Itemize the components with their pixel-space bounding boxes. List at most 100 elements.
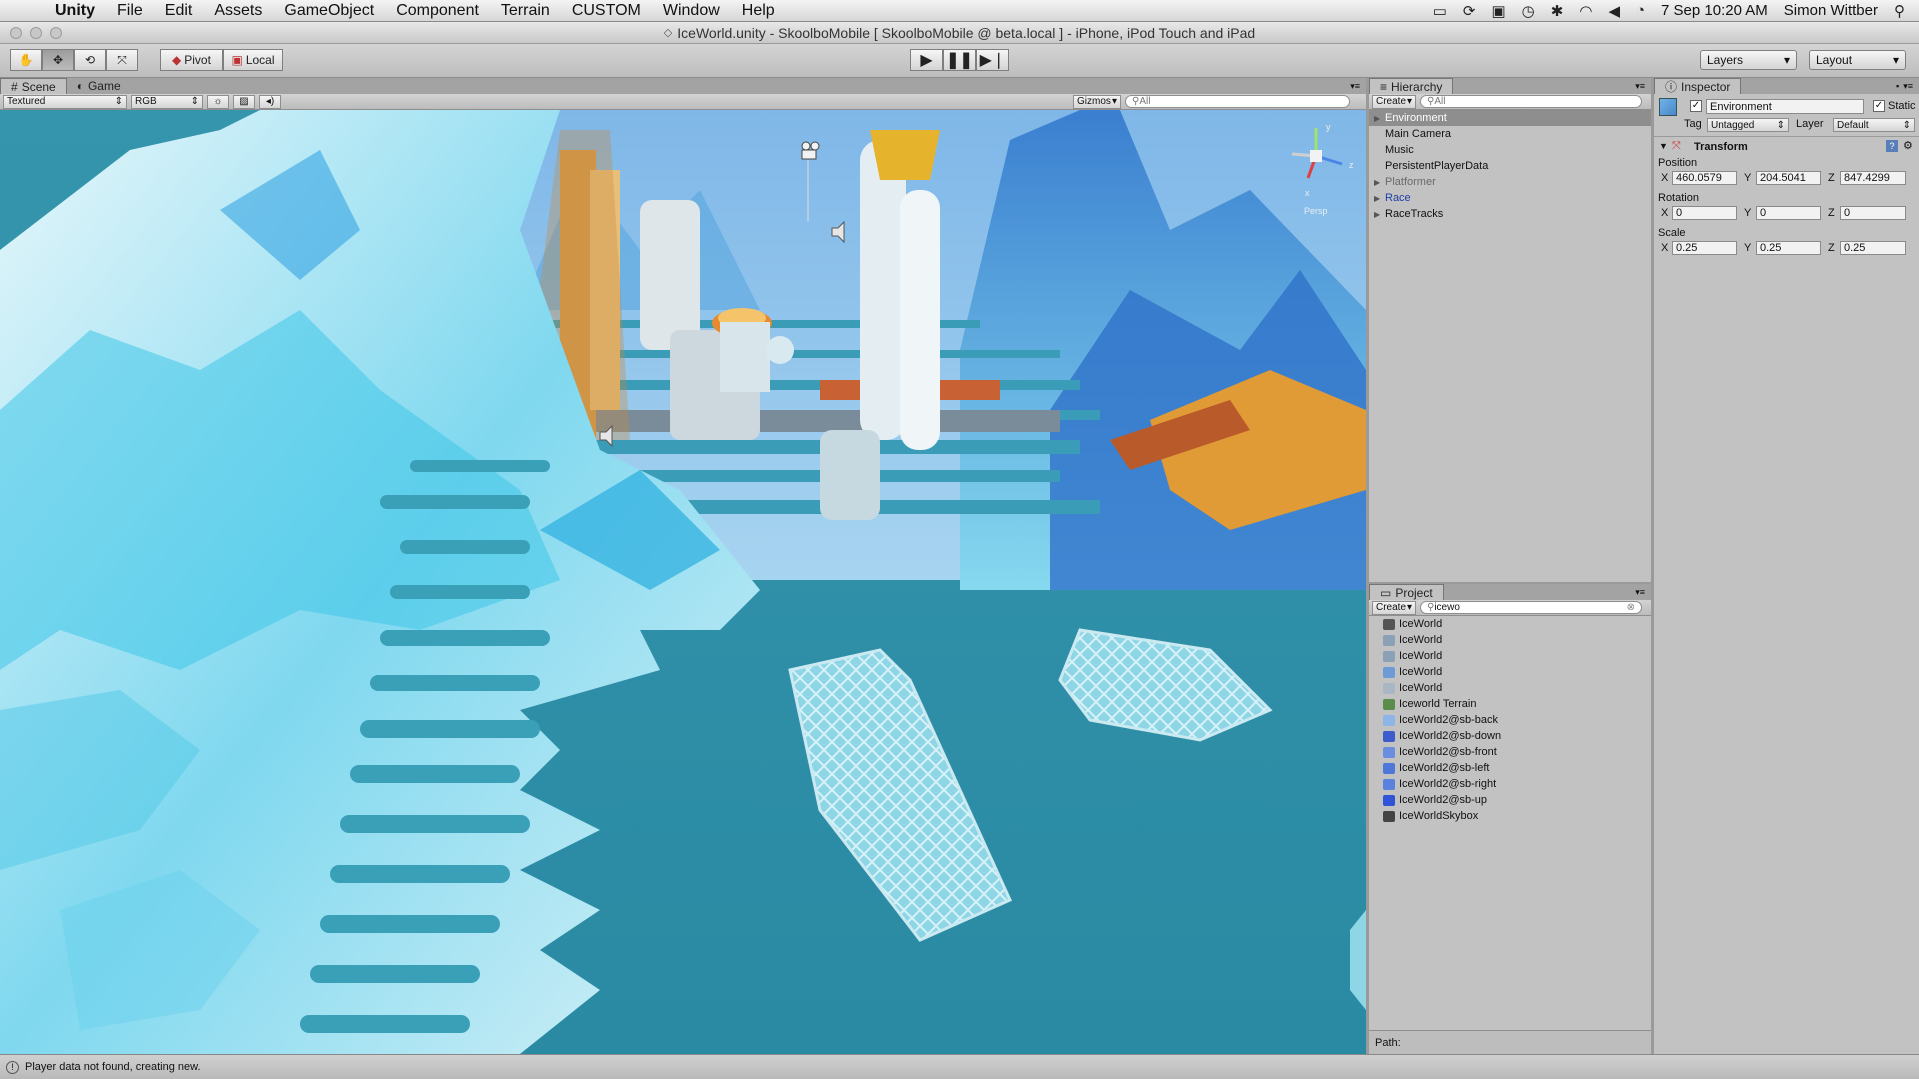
scale-z-field[interactable]: 0.25 (1840, 241, 1906, 255)
project-item[interactable]: IceWorld (1369, 616, 1651, 632)
object-name-field[interactable]: Environment (1706, 99, 1864, 114)
rotation-z-field[interactable]: 0 (1840, 206, 1906, 220)
position-x-field[interactable]: 460.0579 (1672, 171, 1737, 185)
minimize-window-button[interactable] (30, 27, 42, 39)
close-window-button[interactable] (10, 27, 22, 39)
static-checkbox[interactable]: ✓ (1873, 100, 1885, 112)
hierarchy-item[interactable]: ▶ RaceTracks (1369, 206, 1651, 222)
menu-edit[interactable]: Edit (154, 2, 204, 20)
menu-assets[interactable]: Assets (203, 2, 273, 20)
hierarchy-item[interactable]: Music (1369, 142, 1651, 158)
project-create-dropdown[interactable]: Create ▾ (1372, 600, 1416, 615)
scene-viewport[interactable]: y z x Persp (0, 110, 1366, 1054)
layout-dropdown[interactable]: Layout ▾ (1809, 50, 1906, 70)
hierarchy-item[interactable]: ▶ Platformer (1369, 174, 1651, 190)
project-item[interactable]: IceWorld (1369, 632, 1651, 648)
play-button[interactable]: ▶ (910, 49, 943, 71)
project-item[interactable]: IceWorld2@sb-front (1369, 744, 1651, 760)
clock-icon[interactable]: ◔ (1636, 2, 1645, 19)
project-item[interactable]: IceWorld2@sb-up (1369, 792, 1651, 808)
move-tool-button[interactable]: ✥ (42, 49, 74, 71)
rotate-tool-button[interactable]: ⟲ (74, 49, 106, 71)
render-mode-dropdown[interactable]: Textured ⇕ (3, 94, 127, 109)
scene-image-toggle[interactable]: ▨ (233, 94, 255, 109)
menu-custom[interactable]: CUSTOM (561, 2, 652, 20)
user-name[interactable]: Simon Wittber (1784, 2, 1878, 19)
hierarchy-item[interactable]: ▶ Race (1369, 190, 1651, 206)
time-machine-icon[interactable]: ◷ (1522, 2, 1535, 20)
rotation-y-field[interactable]: 0 (1756, 206, 1821, 220)
project-item[interactable]: IceWorld (1369, 680, 1651, 696)
scale-x-field[interactable]: 0.25 (1672, 241, 1737, 255)
panel-menu-icon[interactable]: ▾≡ (1903, 81, 1913, 92)
menu-component[interactable]: Component (385, 2, 490, 20)
tab-game[interactable]: ◐ Game (67, 78, 131, 94)
pause-button[interactable]: ❚❚ (943, 49, 976, 71)
layer-dropdown[interactable]: Default ⇕ (1833, 118, 1915, 132)
gizmos-dropdown[interactable]: Gizmos ▾ (1073, 94, 1121, 109)
tag-dropdown[interactable]: Untagged ⇕ (1707, 118, 1789, 132)
panel-menu-icon[interactable]: ▾≡ (1635, 81, 1645, 92)
position-z-field[interactable]: 847.4299 (1840, 171, 1906, 185)
menu-terrain[interactable]: Terrain (490, 2, 561, 20)
date-time[interactable]: 7 Sep 10:20 AM (1661, 2, 1768, 19)
hierarchy-create-dropdown[interactable]: Create ▾ (1372, 94, 1416, 109)
tab-inspector[interactable]: ⓘ Inspector (1654, 78, 1742, 94)
project-item[interactable]: IceWorld2@sb-back (1369, 712, 1651, 728)
local-toggle-button[interactable]: ▣ Local (223, 49, 283, 71)
project-item[interactable]: IceWorld2@sb-right (1369, 776, 1651, 792)
tab-hierarchy[interactable]: ≡ Hierarchy (1369, 78, 1454, 94)
sync-icon[interactable]: ⟳ (1463, 2, 1476, 20)
transform-header[interactable]: ▼ ⤧ Transform ? ⚙ (1654, 136, 1919, 156)
zoom-window-button[interactable] (50, 27, 62, 39)
rotation-x-field[interactable]: 0 (1672, 206, 1737, 220)
layers-dropdown[interactable]: Layers ▾ (1700, 50, 1797, 70)
scale-tool-button[interactable]: ⤧ (106, 49, 138, 71)
step-button[interactable]: ▶❘ (976, 49, 1009, 71)
project-item[interactable]: IceWorld2@sb-down (1369, 728, 1651, 744)
hand-tool-button[interactable]: ✋ (10, 49, 42, 71)
menu-file[interactable]: File (106, 2, 154, 20)
status-message[interactable]: Player data not found, creating new. (25, 1061, 201, 1073)
menu-app-name[interactable]: Unity (44, 2, 106, 20)
expand-arrow-icon[interactable]: ▶ (1374, 114, 1380, 123)
expand-arrow-icon[interactable]: ▶ (1374, 210, 1380, 219)
hierarchy-search-input[interactable]: ⚲ All (1420, 95, 1642, 108)
battery-icon[interactable]: ▭ (1433, 2, 1447, 20)
project-item[interactable]: IceWorldSkybox (1369, 808, 1651, 824)
expand-arrow-icon[interactable]: ▶ (1374, 178, 1380, 187)
menu-window[interactable]: Window (652, 2, 731, 20)
panel-menu-icon[interactable]: ▾≡ (1350, 81, 1360, 92)
active-checkbox[interactable]: ✓ (1690, 100, 1702, 112)
scene-audio-toggle[interactable]: ◂) (259, 94, 281, 109)
bluetooth-icon[interactable]: ✱ (1551, 2, 1564, 20)
position-y-field[interactable]: 204.5041 (1756, 171, 1821, 185)
tab-project[interactable]: ▭ Project (1369, 584, 1444, 600)
panel-menu-icon[interactable]: ▾≡ (1635, 587, 1645, 598)
project-item[interactable]: IceWorld (1369, 648, 1651, 664)
scene-search-input[interactable]: ⚲ All (1125, 95, 1350, 108)
project-item[interactable]: IceWorld (1369, 664, 1651, 680)
pivot-toggle-button[interactable]: ◆ Pivot (160, 49, 223, 71)
expand-arrow-icon[interactable]: ▶ (1374, 194, 1380, 203)
scene-lighting-toggle[interactable]: ☼ (207, 94, 229, 109)
project-item[interactable]: IceWorld2@sb-left (1369, 760, 1651, 776)
color-mode-dropdown[interactable]: RGB ⇕ (131, 94, 203, 109)
project-search-input[interactable]: ⚲ icewo ⊗ (1420, 601, 1642, 614)
hierarchy-item[interactable]: ▶ Environment (1369, 110, 1651, 126)
display-icon[interactable]: ▣ (1491, 2, 1505, 20)
help-icon[interactable]: ? (1886, 140, 1898, 152)
project-item[interactable]: Iceworld Terrain (1369, 696, 1651, 712)
lock-icon[interactable]: ▪ (1896, 81, 1899, 91)
wifi-icon[interactable]: ◠ (1579, 2, 1592, 20)
tab-scene[interactable]: # Scene (0, 78, 67, 94)
clear-search-icon[interactable]: ⊗ (1627, 602, 1635, 613)
foldout-arrow-icon[interactable]: ▼ (1659, 141, 1668, 151)
hierarchy-item[interactable]: Main Camera (1369, 126, 1651, 142)
spotlight-search-icon[interactable]: ⚲ (1894, 2, 1905, 20)
scale-y-field[interactable]: 0.25 (1756, 241, 1821, 255)
menu-gameobject[interactable]: GameObject (273, 2, 385, 20)
hierarchy-item[interactable]: PersistentPlayerData (1369, 158, 1651, 174)
menu-help[interactable]: Help (731, 2, 786, 20)
volume-icon[interactable]: ◀ (1608, 2, 1620, 20)
